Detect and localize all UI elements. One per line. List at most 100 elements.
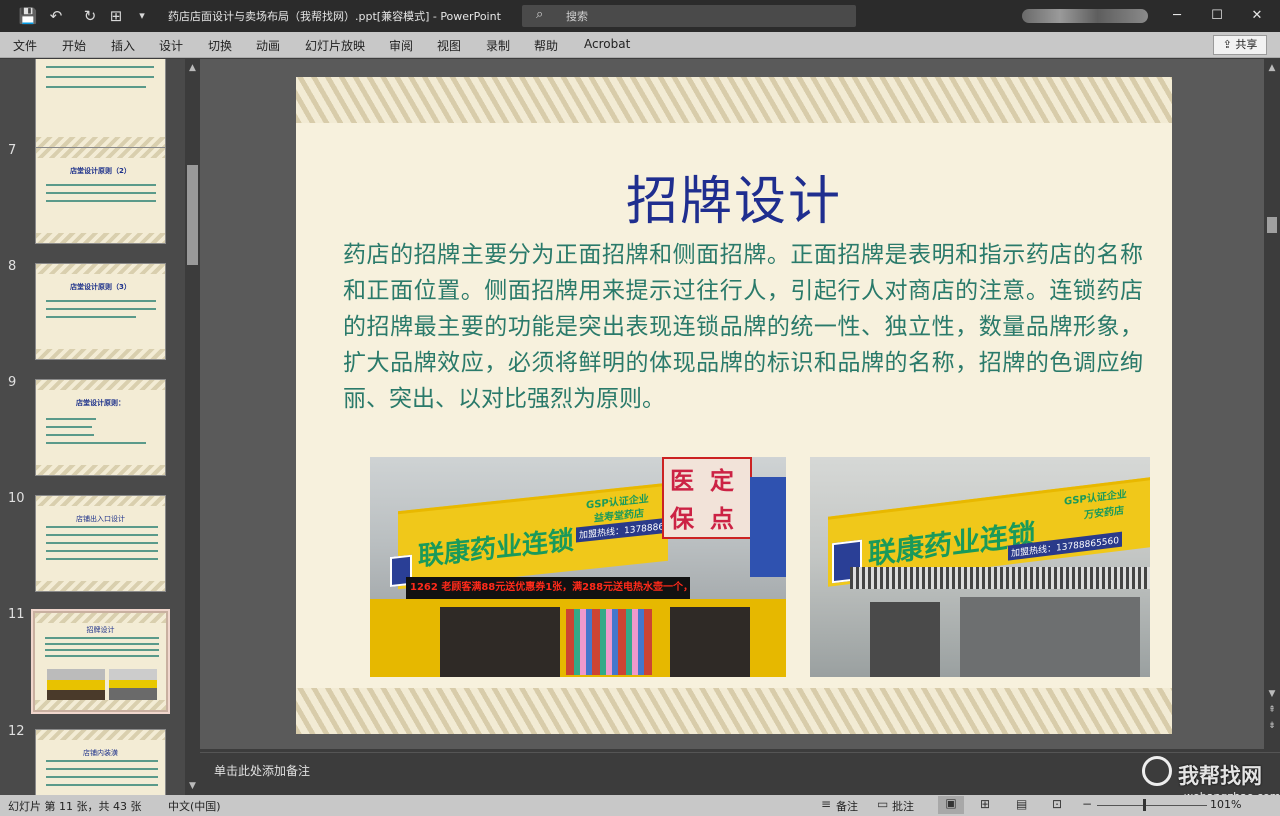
scroll-down-icon[interactable]: ▼: [1267, 689, 1277, 699]
tab-view[interactable]: 视图: [437, 37, 461, 54]
share-button[interactable]: ⇪ 共享: [1213, 35, 1267, 55]
tab-file[interactable]: 文件: [13, 37, 37, 54]
slide-thumbnail[interactable]: 店铺内装潢: [35, 729, 166, 795]
zoom-out-icon[interactable]: −: [1082, 797, 1092, 811]
thumb-text-line: [46, 442, 146, 444]
undo-icon[interactable]: ↶: [46, 6, 66, 26]
next-slide-icon[interactable]: ⇟: [1267, 721, 1277, 731]
language-indicator[interactable]: 中文(中国): [168, 798, 221, 814]
thumb-text-line: [46, 316, 136, 318]
storefront-photo-2[interactable]: 联康药业连锁 GSP认证企业 万安药店 加盟热线：13788865560: [810, 457, 1150, 677]
thumb-title: 店堂设计原则（3）: [70, 283, 131, 291]
thumbnail-scrollbar[interactable]: ▲ ▼: [185, 59, 200, 795]
minimize-button[interactable]: ─: [1158, 0, 1196, 32]
thumb-border-band: [36, 581, 165, 591]
slide-thumbnail[interactable]: 店堂设计原则：: [35, 379, 166, 476]
thumb-text-line: [46, 308, 156, 310]
scroll-thumb[interactable]: [187, 165, 198, 265]
slide-body-text[interactable]: 药店的招牌主要分为正面招牌和侧面招牌。正面招牌是表明和指示药店的名称和正面位置。…: [343, 237, 1143, 417]
thumb-border-band: [36, 730, 165, 740]
thumb-photo: [109, 669, 157, 701]
comments-toggle[interactable]: 批注: [892, 798, 914, 814]
slide-number: 9: [8, 375, 17, 390]
slide-number: 12: [8, 724, 25, 739]
tab-design[interactable]: 设计: [159, 37, 183, 54]
scroll-thumb[interactable]: [1267, 217, 1277, 233]
store-shelves: [566, 609, 652, 675]
slide-thumbnail-selected[interactable]: 招牌设计: [31, 609, 170, 714]
slide-title[interactable]: 招牌设计: [296, 159, 1172, 234]
search-placeholder: 搜索: [566, 10, 588, 23]
slide-sorter-icon[interactable]: ⊞: [980, 797, 990, 811]
tab-home[interactable]: 开始: [62, 37, 86, 54]
slide-scrollbar[interactable]: ▲ ▼ ⇞ ⇟: [1264, 59, 1280, 749]
tab-help[interactable]: 帮助: [534, 37, 558, 54]
led-scrolling-banner: 1262 老顾客满88元送优惠券1张，满288元送电热水壶一个，满518: [406, 577, 690, 599]
thumb-border-band: [36, 137, 165, 147]
slide-thumbnail[interactable]: 店铺出入口设计: [35, 495, 166, 592]
slide[interactable]: 招牌设计 药店的招牌主要分为正面招牌和侧面招牌。正面招牌是表明和指示药店的名称和…: [296, 77, 1172, 734]
thumb-text-line: [46, 434, 94, 436]
slide-thumbnail[interactable]: 店堂设计原则（3）: [35, 263, 166, 360]
notes-pane[interactable]: 单击此处添加备注: [200, 752, 1280, 795]
save-icon[interactable]: 💾: [18, 6, 38, 26]
tab-insert[interactable]: 插入: [111, 37, 135, 54]
insurance-char: 保: [670, 504, 694, 533]
search-box[interactable]: ⌕ 搜索: [522, 5, 856, 27]
account-name-blurred[interactable]: [1022, 9, 1148, 23]
previous-slide-icon[interactable]: ⇞: [1267, 705, 1277, 715]
blue-side-panel: [750, 477, 786, 577]
tab-acrobat[interactable]: Acrobat: [584, 37, 630, 51]
thumb-photo: [47, 669, 105, 701]
tab-slideshow[interactable]: 幻灯片放映: [305, 37, 365, 54]
tab-transitions[interactable]: 切换: [208, 37, 232, 54]
slide-thumbnail[interactable]: [35, 59, 166, 148]
thumb-text-line: [46, 526, 158, 528]
thumb-text-line: [45, 655, 159, 657]
thumb-border-band: [36, 380, 165, 390]
present-from-start-icon[interactable]: ⊞: [106, 6, 126, 26]
zoom-slider-handle[interactable]: [1143, 799, 1146, 811]
thumb-text-line: [46, 776, 158, 778]
ribbon-tabs: 文件 开始 插入 设计 切换 动画 幻灯片放映 审阅 视图 录制 帮助 Acro…: [0, 32, 1280, 58]
scroll-down-icon[interactable]: ▼: [187, 781, 198, 791]
zoom-slider[interactable]: [1097, 805, 1207, 806]
storefront-photo-1[interactable]: 联康药业连锁 GSP认证企业 益寿堂药店 加盟热线：13788865560 医 …: [370, 457, 786, 677]
thumb-border-band: [36, 233, 165, 243]
slide-bottom-border: [296, 688, 1172, 734]
thumb-border-band: [35, 700, 166, 710]
thumb-text-line: [46, 550, 158, 552]
slide-counter: 幻灯片 第 11 张，共 43 张: [8, 800, 142, 813]
notes-toggle[interactable]: 备注: [836, 798, 858, 814]
thumb-text-line: [46, 66, 154, 68]
tab-record[interactable]: 录制: [486, 37, 510, 54]
thumb-text-line: [46, 426, 92, 428]
thumb-text-line: [45, 643, 159, 645]
thumb-text-line: [46, 558, 158, 560]
zoom-level[interactable]: 101%: [1210, 798, 1241, 811]
maximize-button[interactable]: ☐: [1198, 0, 1236, 32]
tab-review[interactable]: 审阅: [389, 37, 413, 54]
thumb-text-line: [46, 542, 158, 544]
reading-view-icon[interactable]: ▤: [1016, 797, 1027, 811]
thumb-title: 店铺内装潢: [83, 749, 118, 757]
scroll-up-icon[interactable]: ▲: [1267, 63, 1277, 73]
tab-animations[interactable]: 动画: [256, 37, 280, 54]
normal-view-icon[interactable]: ▣: [938, 796, 964, 814]
redo-icon[interactable]: ↻: [80, 6, 100, 26]
insurance-char: 医: [670, 466, 694, 495]
notes-placeholder[interactable]: 单击此处添加备注: [214, 762, 310, 779]
title-bar: 💾 ↶ ↻ ⊞ ▾ 药店店面设计与卖场布局（我帮找网）.ppt[兼容模式] - …: [0, 0, 1280, 32]
insurance-char: 定: [710, 466, 734, 495]
slide-thumbnail[interactable]: 店堂设计原则（2）: [35, 147, 166, 244]
slideshow-icon[interactable]: ⊡: [1052, 797, 1062, 811]
thumb-text-line: [46, 192, 156, 194]
thumb-text-line: [45, 637, 159, 639]
thumb-text-line: [46, 784, 158, 786]
thumb-text-line: [46, 300, 156, 302]
document-title: 药店店面设计与卖场布局（我帮找网）.ppt[兼容模式] - PowerPoint: [168, 10, 501, 23]
customize-toolbar-icon[interactable]: ▾: [132, 6, 152, 26]
scroll-up-icon[interactable]: ▲: [187, 63, 198, 73]
close-button[interactable]: ✕: [1238, 0, 1276, 32]
slide-number: 8: [8, 259, 17, 274]
